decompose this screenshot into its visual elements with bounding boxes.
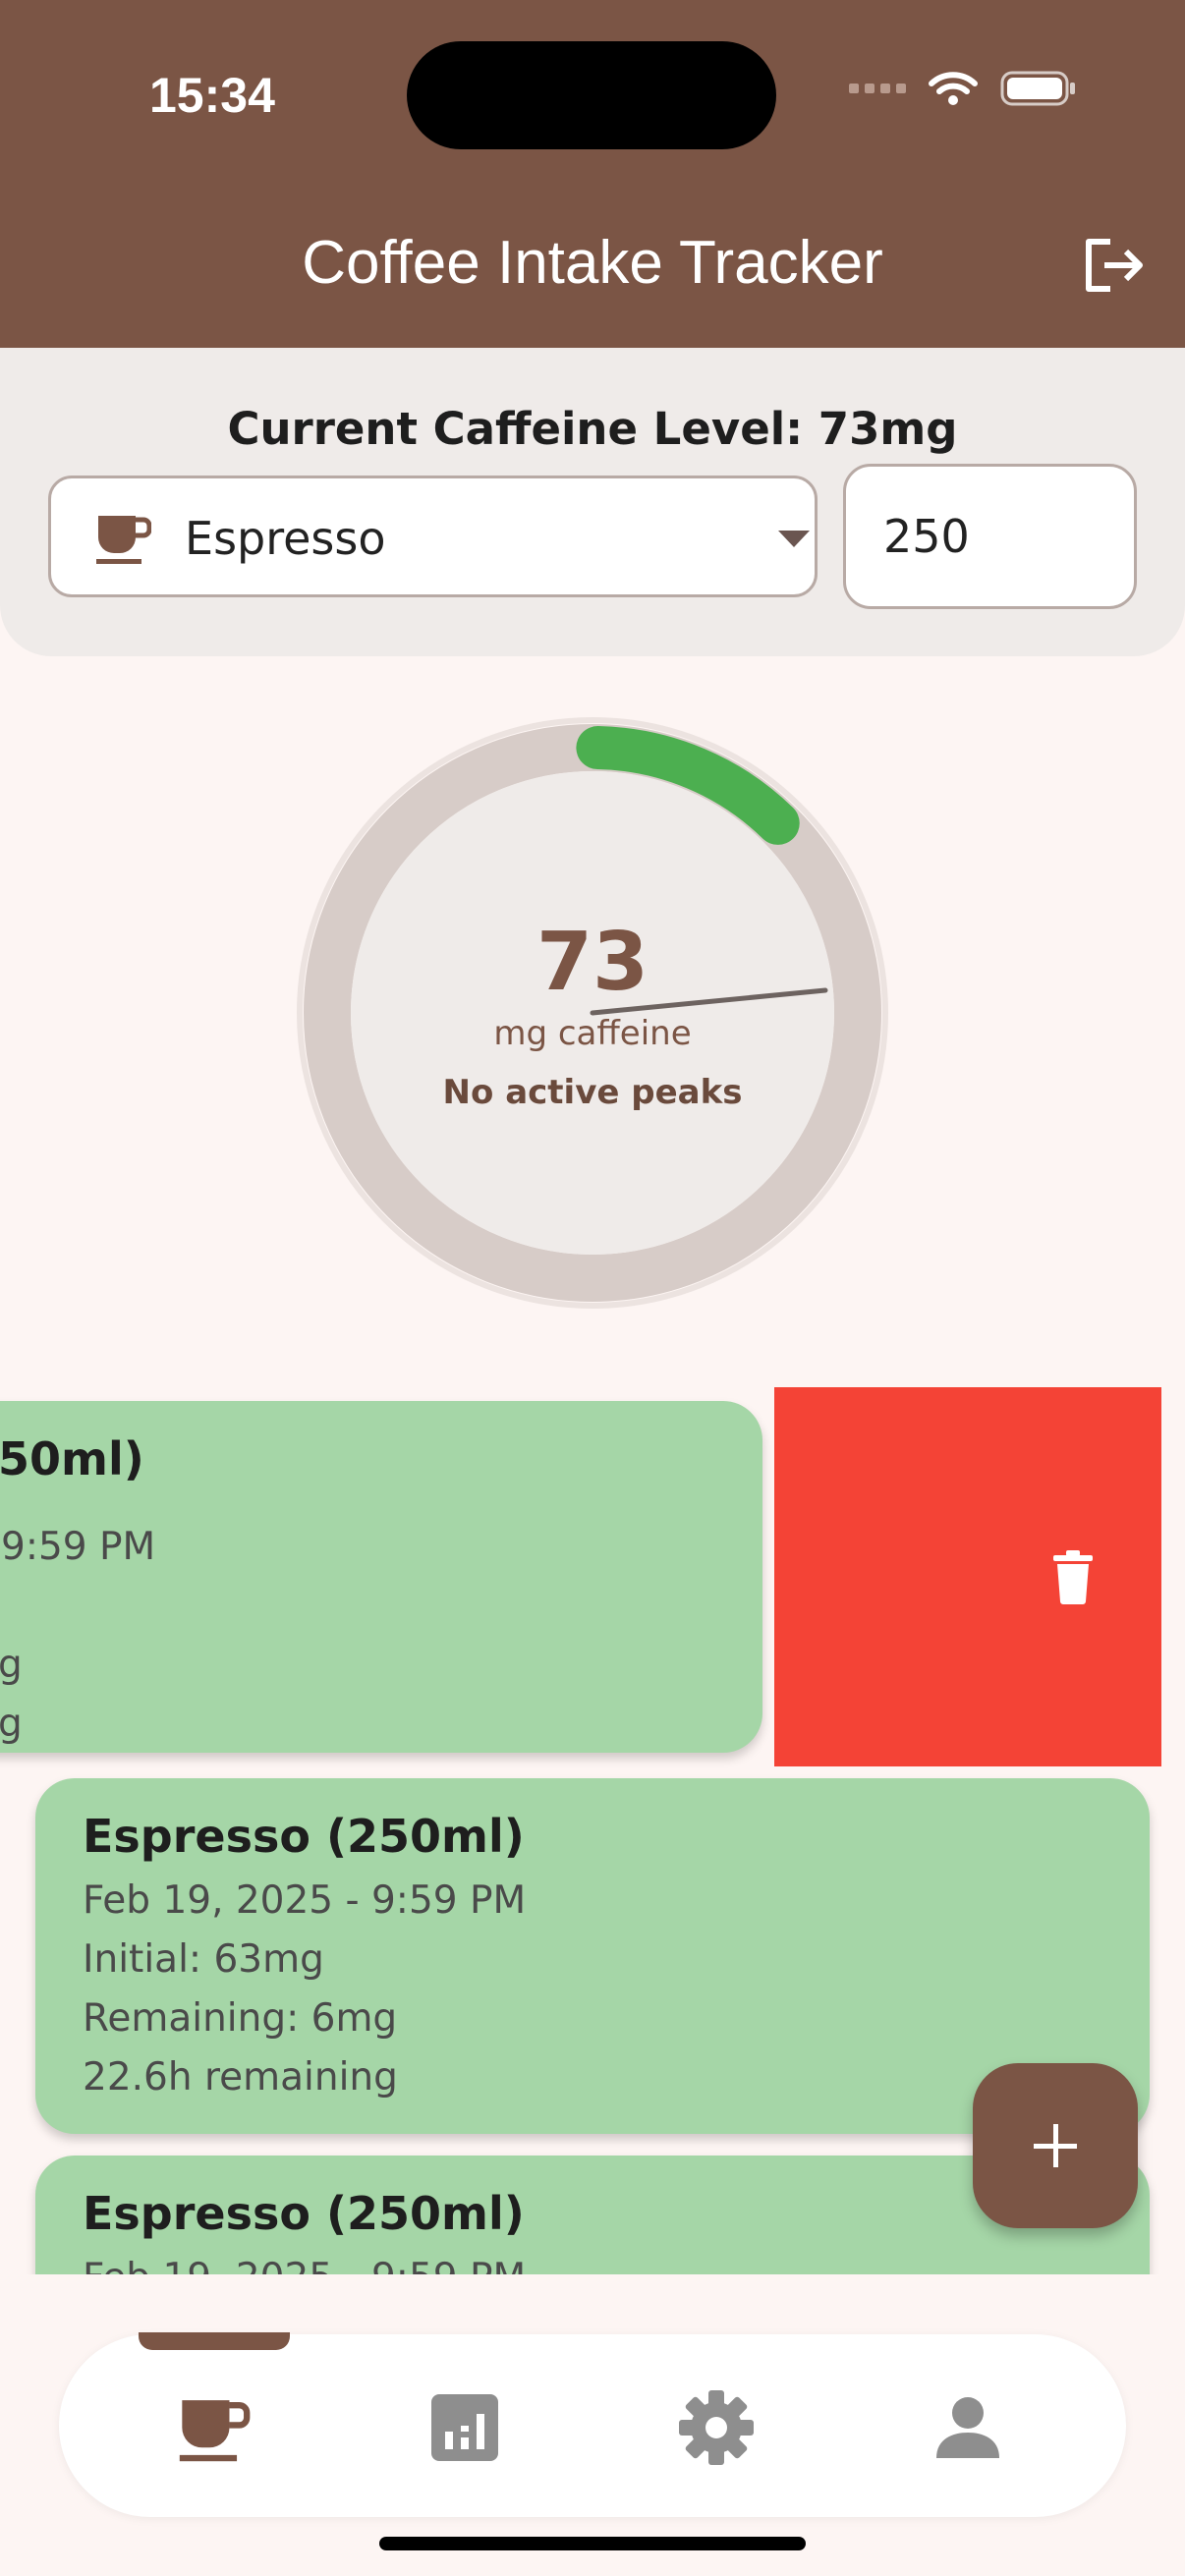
entry-date: Feb 19, 2025 - 9:59 PM <box>83 2256 526 2274</box>
add-intake-button[interactable] <box>973 2063 1138 2228</box>
dynamic-island <box>407 41 776 149</box>
current-caffeine-level: Current Caffeine Level: 73mg <box>227 403 958 455</box>
coffee-cup-icon <box>96 516 151 564</box>
amount-ml-input[interactable] <box>843 464 1137 609</box>
battery-icon <box>1000 71 1075 106</box>
entry-time-left: 22.6h remaining <box>83 2055 398 2100</box>
status-icons <box>849 69 1079 108</box>
logout-button[interactable] <box>1081 236 1146 295</box>
nav-item-home[interactable] <box>159 2374 267 2482</box>
trash-icon <box>1053 1550 1093 1604</box>
entry-title: 50ml) <box>0 1432 144 1485</box>
entry-title: Espresso (250ml) <box>83 2187 525 2240</box>
dropdown-selected-value: Espresso <box>185 512 386 565</box>
gear-icon <box>679 2390 754 2465</box>
nav-active-indicator <box>139 2332 290 2350</box>
home-indicator <box>379 2537 806 2550</box>
entry-remaining: g <box>0 1702 23 1746</box>
entry-initial: Initial: 63mg <box>83 1937 324 1982</box>
nav-item-profile[interactable] <box>914 2374 1022 2482</box>
logout-icon <box>1086 239 1143 292</box>
nav-item-stats[interactable] <box>411 2374 519 2482</box>
app-header: 15:34 Coffee Intake Tracker <box>0 0 1185 348</box>
status-time: 15:34 <box>149 68 275 123</box>
gauge-peaks-status: No active peaks <box>442 1073 743 1112</box>
gauge-value: 73 <box>536 916 649 1009</box>
gauge-unit-label: mg caffeine <box>493 1014 692 1053</box>
page-title: Coffee Intake Tracker <box>302 229 883 297</box>
entry-remaining: Remaining: 6mg <box>83 1996 398 2041</box>
chart-icon <box>431 2394 498 2461</box>
entry-initial: g <box>0 1643 23 1687</box>
dropdown-caret-icon <box>778 531 810 547</box>
swipe-delete-action[interactable] <box>774 1387 1161 1766</box>
drink-type-dropdown[interactable]: Espresso <box>48 476 818 597</box>
coffee-cup-icon <box>179 2400 251 2462</box>
cellular-signal-icon <box>849 84 906 93</box>
person-icon <box>936 2397 999 2458</box>
entry-title: Espresso (250ml) <box>83 1810 525 1863</box>
nav-item-settings[interactable] <box>662 2374 770 2482</box>
caffeine-gauge <box>295 715 890 1311</box>
entry-date: 9:59 PM <box>1 1525 156 1569</box>
list-item[interactable]: 50ml) 9:59 PM g g <box>0 1401 762 1753</box>
entry-date: Feb 19, 2025 - 9:59 PM <box>83 1878 527 1923</box>
wifi-icon <box>929 72 978 105</box>
